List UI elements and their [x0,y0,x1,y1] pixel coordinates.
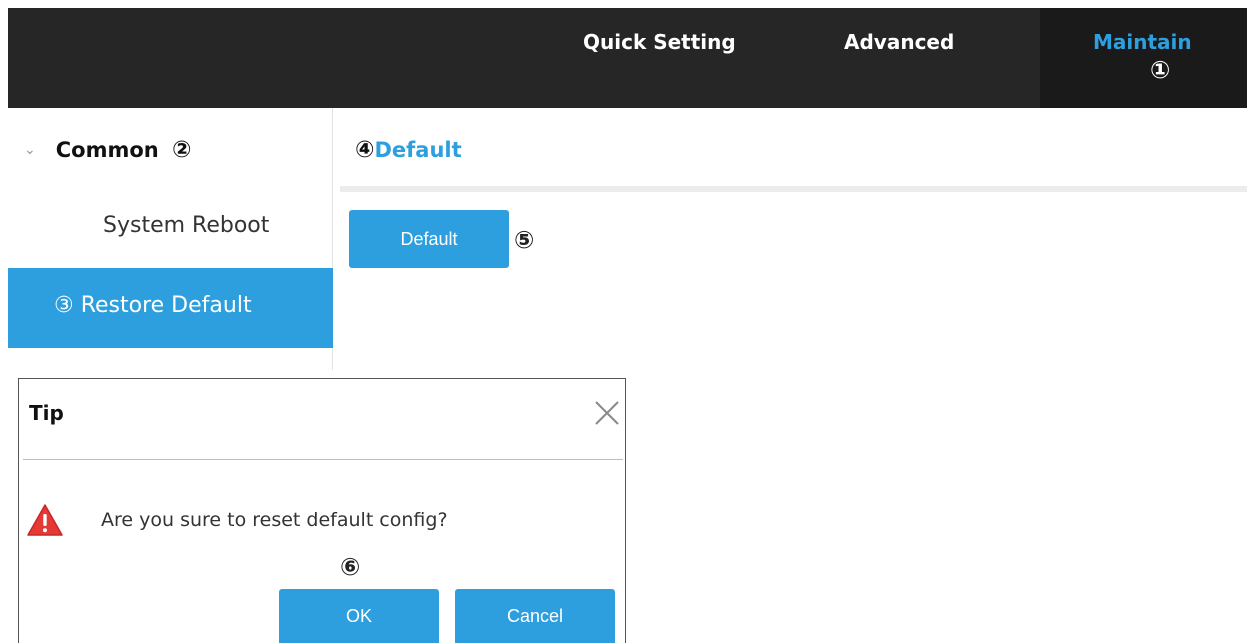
sidebar-item-label: ③ Restore Default [54,293,252,318]
sidebar-item-system-reboot[interactable]: System Reboot [8,188,333,268]
nav-advanced[interactable]: Advanced [844,30,954,54]
step-marker-6: ⑥ [340,553,361,581]
warning-icon [27,504,63,536]
ok-button[interactable]: OK [279,589,439,643]
step-marker-2: ② [172,137,192,163]
nav-maintain[interactable]: Maintain [1093,30,1192,54]
sidebar-item-label: System Reboot [103,213,270,238]
nav-maintain-tab[interactable] [1040,8,1247,108]
default-button[interactable]: Default [349,210,509,268]
step-marker-4: ④ [355,137,375,163]
sidebar-group-label: Common [55,138,159,162]
step-marker-1: ① [1150,56,1171,84]
close-icon[interactable] [591,397,623,429]
page-title: ④Default [355,137,462,163]
sidebar-group-common[interactable]: ⌄ Common ② [24,138,192,162]
step-marker-5: ⑤ [514,226,535,254]
page-title-text: Default [374,138,462,162]
dialog-message: Are you sure to reset default config? [101,509,448,531]
sidebar-item-restore-default[interactable]: ③ Restore Default [8,268,333,348]
chevron-down-icon: ⌄ [24,142,36,158]
top-nav-bar: Quick Setting Advanced Maintain ① [8,8,1247,108]
sidebar: ⌄ Common ② System Reboot ③ Restore Defaul… [8,108,333,370]
dialog-title: Tip [29,401,64,425]
dialog-divider [23,459,623,460]
nav-quick-setting[interactable]: Quick Setting [583,30,736,54]
confirm-dialog: Tip Are you sure to reset default config… [18,378,626,643]
title-divider [340,186,1247,192]
cancel-button[interactable]: Cancel [455,589,615,643]
